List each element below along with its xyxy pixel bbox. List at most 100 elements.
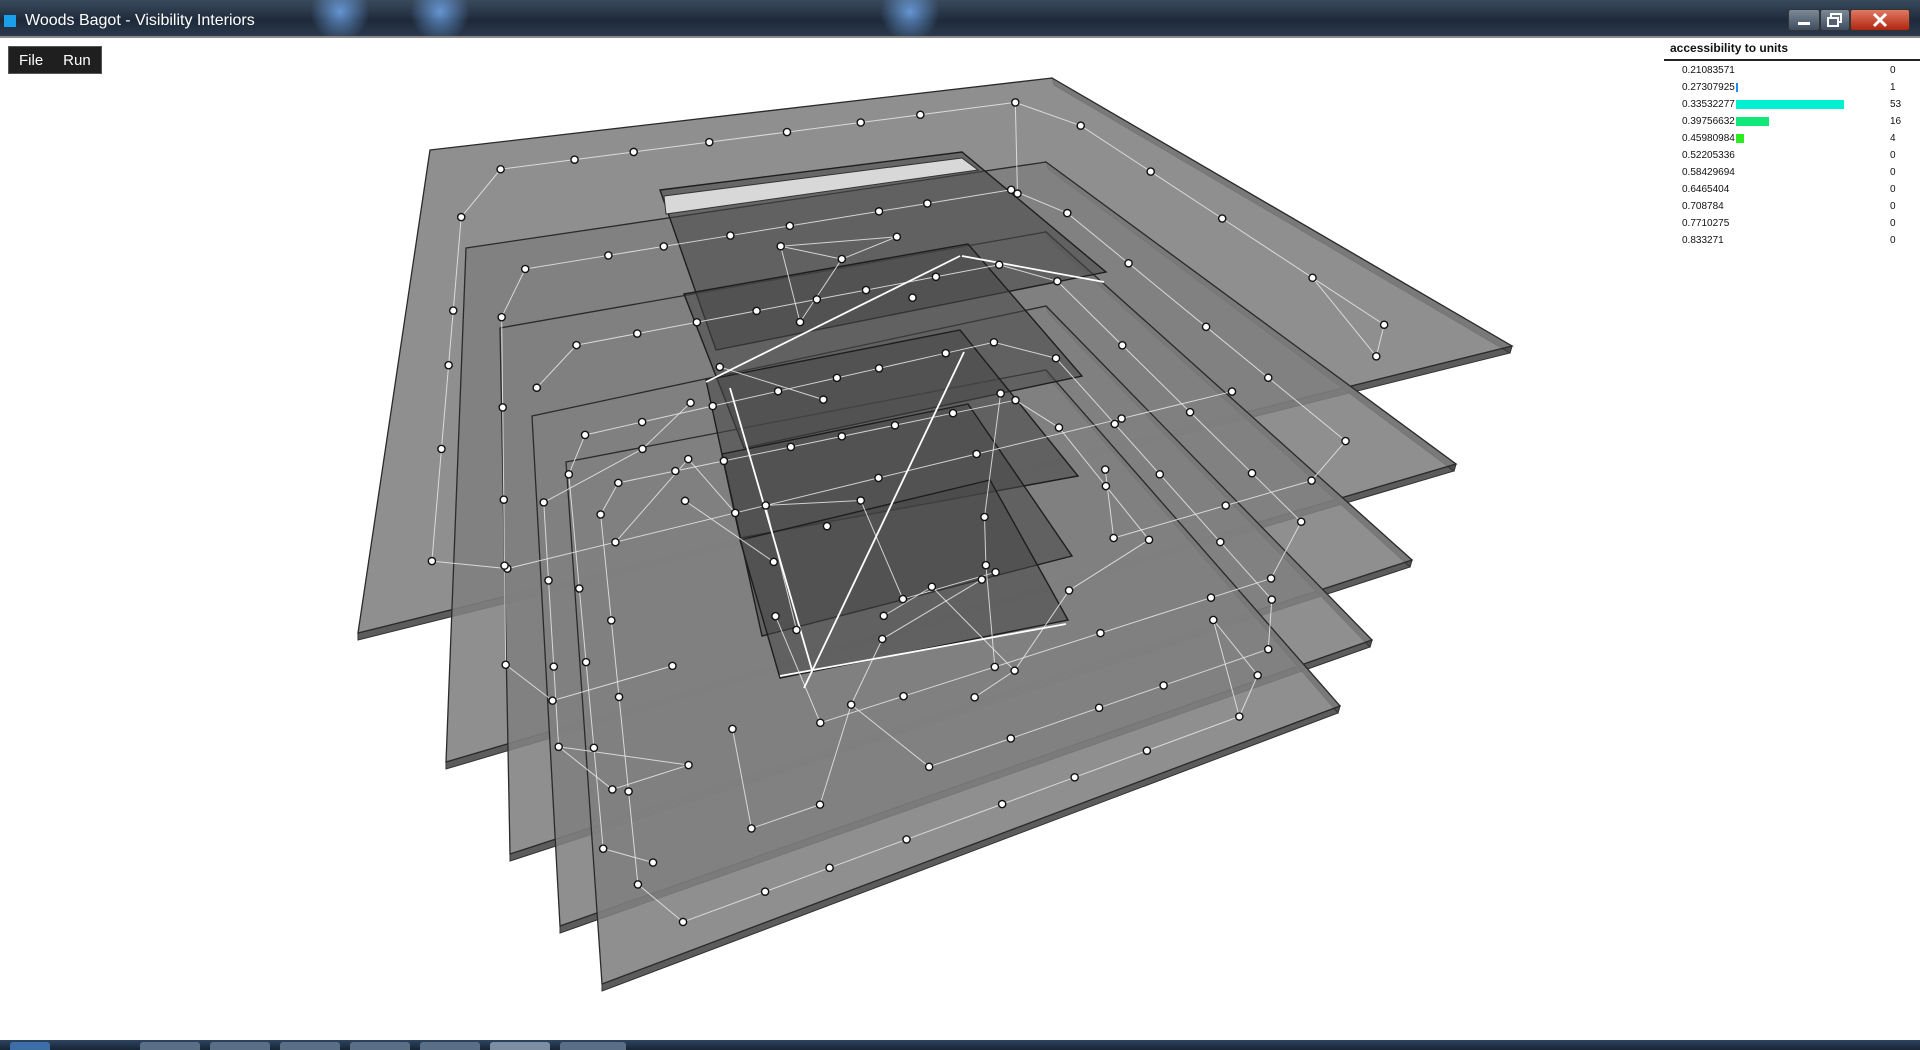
taskbar-app[interactable] xyxy=(210,1042,270,1050)
graph-node[interactable] xyxy=(548,696,557,705)
graph-node[interactable] xyxy=(1227,387,1237,396)
graph-node[interactable] xyxy=(1155,470,1165,479)
graph-node[interactable] xyxy=(771,611,780,621)
graph-node[interactable] xyxy=(678,917,688,927)
graph-node[interactable] xyxy=(792,625,801,635)
graph-node[interactable] xyxy=(997,799,1007,809)
graph-node[interactable] xyxy=(948,408,958,418)
graph-node[interactable] xyxy=(632,329,642,338)
viewport-3d[interactable] xyxy=(0,38,1920,1040)
menu-run[interactable]: Run xyxy=(53,47,101,73)
graph-node[interactable] xyxy=(1263,644,1273,654)
taskbar-app[interactable] xyxy=(560,1042,626,1050)
graph-node[interactable] xyxy=(501,660,510,670)
graph-node[interactable] xyxy=(611,537,620,547)
graph-node[interactable] xyxy=(705,137,714,147)
graph-node[interactable] xyxy=(990,662,1000,672)
graph-node[interactable] xyxy=(977,575,987,584)
graph-node[interactable] xyxy=(596,510,605,519)
graph-node[interactable] xyxy=(931,272,941,282)
graph-node[interactable] xyxy=(786,442,796,452)
graph-node[interactable] xyxy=(532,383,542,393)
graph-node[interactable] xyxy=(1109,533,1118,543)
graph-node[interactable] xyxy=(795,317,805,327)
graph-node[interactable] xyxy=(908,293,917,303)
graph-node[interactable] xyxy=(752,306,761,316)
graph-node[interactable] xyxy=(1308,273,1317,283)
graph-node[interactable] xyxy=(668,661,677,671)
graph-node[interactable] xyxy=(1235,712,1244,721)
graph-node[interactable] xyxy=(1146,167,1155,176)
graph-node[interactable] xyxy=(816,718,825,728)
graph-node[interactable] xyxy=(1064,586,1074,595)
graph-node[interactable] xyxy=(923,199,932,208)
taskbar-app[interactable] xyxy=(140,1042,200,1050)
graph-node[interactable] xyxy=(991,567,1000,577)
graph-node[interactable] xyxy=(427,556,437,566)
graph-node[interactable] xyxy=(892,232,902,242)
graph-node[interactable] xyxy=(437,444,446,454)
graph-node[interactable] xyxy=(1307,476,1316,485)
graph-node[interactable] xyxy=(822,521,832,531)
graph-node[interactable] xyxy=(581,657,591,667)
graph-node[interactable] xyxy=(1076,121,1086,130)
graph-node[interactable] xyxy=(719,456,729,466)
graph-node[interactable] xyxy=(980,512,989,522)
graph-node[interactable] xyxy=(773,386,783,396)
graph-node[interactable] xyxy=(648,858,658,867)
graph-node[interactable] xyxy=(497,312,506,322)
window-title-bar[interactable]: Woods Bagot - Visibility Interiors xyxy=(0,0,1920,37)
graph-node[interactable] xyxy=(1247,468,1257,478)
graph-node[interactable] xyxy=(856,496,866,505)
start-button[interactable] xyxy=(10,1042,50,1050)
graph-node[interactable] xyxy=(637,417,647,427)
graph-node[interactable] xyxy=(554,742,563,752)
graph-node[interactable] xyxy=(448,306,458,315)
graph-node[interactable] xyxy=(1118,341,1127,350)
taskbar-app[interactable] xyxy=(490,1042,550,1050)
graph-node[interactable] xyxy=(1296,517,1306,527)
graph-node[interactable] xyxy=(684,760,693,770)
graph-node[interactable] xyxy=(832,373,842,383)
graph-node[interactable] xyxy=(614,692,624,702)
graph-node[interactable] xyxy=(633,880,643,889)
graph-node[interactable] xyxy=(1266,574,1276,583)
graph-node[interactable] xyxy=(825,863,834,873)
graph-node[interactable] xyxy=(726,231,735,240)
graph-node[interactable] xyxy=(941,348,951,358)
graph-node[interactable] xyxy=(598,844,608,853)
graph-node[interactable] xyxy=(608,785,617,794)
graph-node[interactable] xyxy=(549,662,559,671)
graph-node[interactable] xyxy=(916,110,925,120)
graph-node[interactable] xyxy=(890,420,900,430)
graph-node[interactable] xyxy=(874,207,884,216)
graph-node[interactable] xyxy=(614,478,623,488)
graph-node[interactable] xyxy=(785,221,795,231)
graph-node[interactable] xyxy=(456,212,466,222)
graph-node[interactable] xyxy=(498,403,508,412)
graph-node[interactable] xyxy=(1096,628,1105,638)
graph-node[interactable] xyxy=(899,691,908,701)
graph-node[interactable] xyxy=(782,127,792,137)
graph-node[interactable] xyxy=(874,364,884,373)
graph-node[interactable] xyxy=(837,432,847,441)
graph-node[interactable] xyxy=(769,557,779,567)
graph-node[interactable] xyxy=(1144,535,1154,545)
graph-node[interactable] xyxy=(846,700,856,709)
graph-node[interactable] xyxy=(874,473,883,483)
graph-node[interactable] xyxy=(747,824,756,833)
graph-node[interactable] xyxy=(692,317,702,327)
graph-node[interactable] xyxy=(1185,407,1195,417)
graph-node[interactable] xyxy=(1100,465,1110,474)
graph-node[interactable] xyxy=(1110,419,1120,429)
graph-node[interactable] xyxy=(879,611,889,621)
graph-node[interactable] xyxy=(1253,670,1262,680)
graph-node[interactable] xyxy=(629,147,638,157)
graph-node[interactable] xyxy=(1371,352,1381,361)
graph-node[interactable] xyxy=(812,295,822,304)
minimize-button[interactable] xyxy=(1788,9,1820,31)
graph-node[interactable] xyxy=(927,582,937,592)
graph-node[interactable] xyxy=(683,454,693,464)
graph-node[interactable] xyxy=(1006,734,1016,743)
graph-node[interactable] xyxy=(638,444,647,454)
